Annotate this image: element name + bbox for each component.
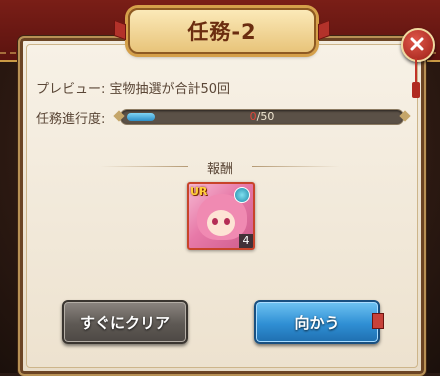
clear-now-button[interactable]: すぐにクリア — [62, 300, 188, 344]
item-count: 4 — [239, 234, 253, 248]
water-element-icon — [234, 187, 250, 203]
close-x-icon — [410, 37, 424, 51]
progress-text: 0/50 — [121, 110, 403, 124]
progress-label: 任務進行度: — [36, 112, 106, 127]
progress-bar: 0/50 — [113, 109, 411, 125]
progress-total: /50 — [256, 110, 275, 123]
reward-label: 報酬 — [206, 162, 233, 177]
tassel-ornament — [412, 58, 420, 98]
divider-right — [252, 166, 340, 167]
close-button[interactable] — [401, 28, 435, 62]
reward-item-card[interactable]: UR 4 — [187, 182, 255, 250]
character-eye — [224, 218, 230, 225]
rarity-badge: UR — [190, 185, 208, 198]
mission-preview: プレビュー: 宝物抽選が合計50回 — [36, 82, 231, 97]
go-button[interactable]: 向かう — [254, 300, 380, 344]
dialog-title: 任務-2 — [187, 20, 257, 44]
character-eye — [212, 218, 218, 225]
reward-header: 報酬 — [100, 158, 340, 177]
character-face — [207, 210, 235, 236]
title-banner: 任務-2 — [128, 8, 316, 54]
button-ornament-icon — [372, 313, 384, 329]
progress-current: 0 — [249, 110, 257, 123]
